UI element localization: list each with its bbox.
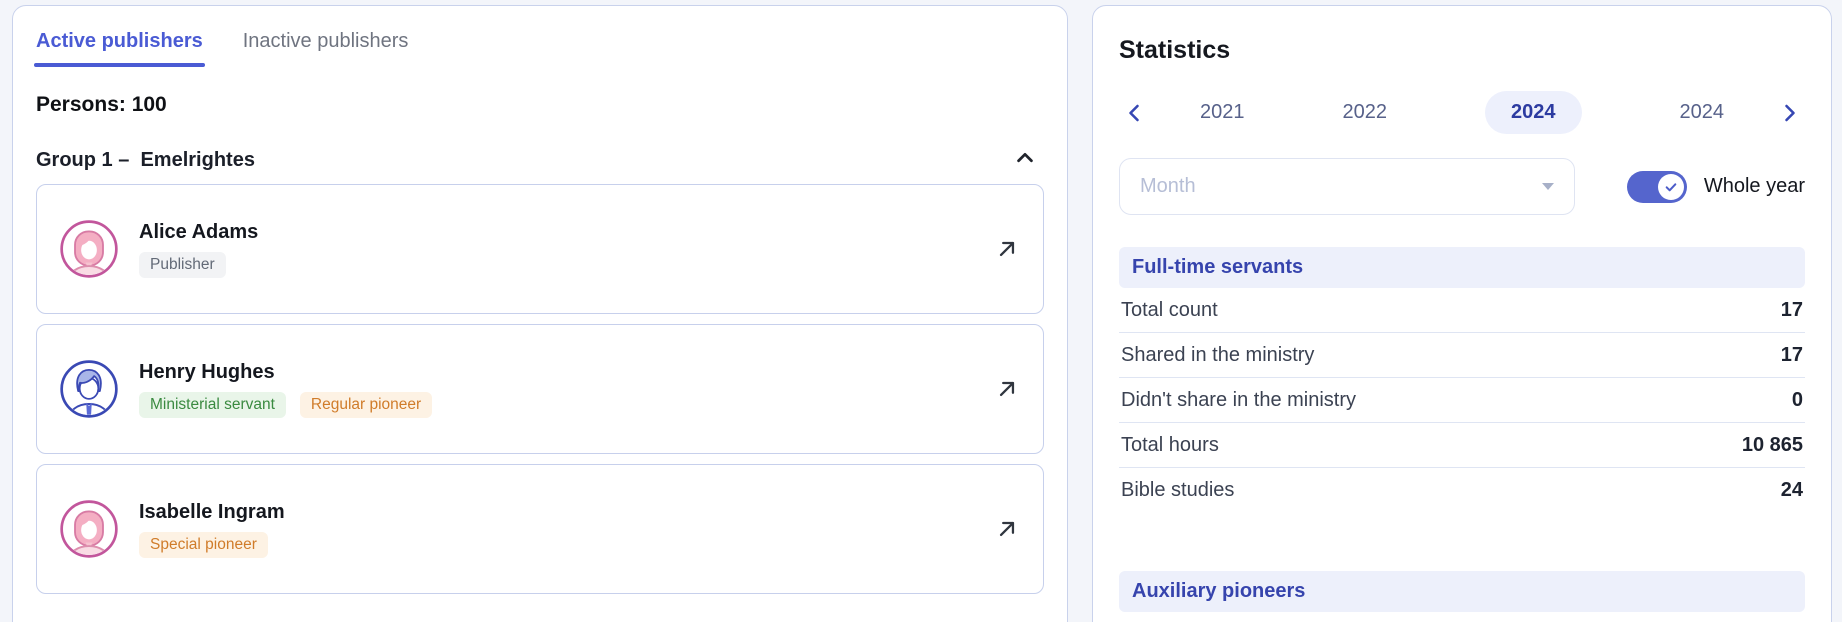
open-person-icon[interactable]: [994, 376, 1020, 402]
stat-row: Total count 17: [1119, 288, 1805, 333]
badges: Publisher: [139, 251, 258, 278]
statistics-title: Statistics: [1119, 36, 1231, 64]
caret-down-icon: [1541, 183, 1554, 190]
role-badge: Regular pioneer: [299, 391, 433, 418]
section-full-time-servants: Full-time servants: [1119, 247, 1805, 288]
year-option[interactable]: 2024: [1680, 91, 1725, 134]
stat-value: 0: [1791, 388, 1803, 411]
tab-inactive-publishers[interactable]: Inactive publishers: [243, 30, 409, 67]
role-badge: Publisher: [139, 251, 226, 278]
person-info: Isabelle Ingram Special pioneer: [139, 501, 285, 558]
group-header[interactable]: Group 1 – Emelrightes: [36, 147, 1044, 174]
year-option[interactable]: 2022: [1343, 91, 1388, 134]
stat-label: Didn't share in the ministry: [1121, 388, 1357, 411]
stat-label: Total count: [1121, 298, 1218, 321]
chevron-left-icon[interactable]: [1119, 95, 1151, 131]
stat-row: Didn't share in the ministry 0: [1119, 378, 1805, 423]
stat-value: 17: [1780, 343, 1803, 366]
person-name: Alice Adams: [139, 220, 259, 243]
month-select[interactable]: Month: [1119, 158, 1575, 215]
chevron-up-icon[interactable]: [1014, 147, 1036, 174]
stat-label: Total hours: [1121, 433, 1219, 456]
female-avatar-icon: [60, 220, 118, 278]
person-card[interactable]: Henry Hughes Ministerial servant Regular…: [36, 324, 1044, 454]
stat-value: 10 865: [1741, 433, 1803, 456]
person-name: Isabelle Ingram: [139, 500, 285, 523]
badges: Special pioneer: [139, 531, 285, 558]
year-list: 2021 2022 2024 2024: [1151, 91, 1773, 134]
whole-year-label: Whole year: [1703, 175, 1805, 197]
person-name: Henry Hughes: [139, 360, 275, 383]
year-option[interactable]: 2021: [1200, 91, 1245, 134]
person-card[interactable]: Alice Adams Publisher: [36, 184, 1044, 314]
statistics-panel: Statistics 2021 2022 2024 2024 Month Who…: [1092, 5, 1832, 622]
person-card[interactable]: Isabelle Ingram Special pioneer: [36, 464, 1044, 594]
group-title: Group 1 – Emelrightes: [36, 149, 255, 171]
person-info: Henry Hughes Ministerial servant Regular…: [139, 360, 433, 418]
persons-count: Persons: 100: [36, 93, 167, 116]
publisher-tabs: Active publishers Inactive publishers: [34, 30, 1044, 67]
person-info: Alice Adams Publisher: [139, 221, 258, 278]
whole-year-toggle[interactable]: [1626, 170, 1687, 203]
open-person-icon[interactable]: [994, 516, 1020, 542]
year-navigation: 2021 2022 2024 2024: [1119, 91, 1805, 134]
period-controls: Month Whole year: [1119, 158, 1805, 215]
stat-row: Total hours 10 865: [1119, 423, 1805, 468]
stat-value: 17: [1780, 298, 1803, 321]
year-option-selected[interactable]: 2024: [1485, 91, 1582, 134]
stat-label: Bible studies: [1121, 479, 1235, 501]
badges: Ministerial servant Regular pioneer: [139, 391, 433, 418]
month-select-placeholder: Month: [1140, 175, 1196, 197]
app-root: Active publishers Inactive publishers Pe…: [0, 0, 1842, 622]
male-avatar-icon: [60, 360, 118, 418]
chevron-right-icon[interactable]: [1773, 95, 1805, 131]
open-person-icon[interactable]: [994, 236, 1020, 262]
tab-active-publishers[interactable]: Active publishers: [34, 30, 205, 67]
stat-value: 24: [1780, 479, 1803, 501]
check-circle-icon: [1657, 173, 1684, 200]
female-avatar-icon: [60, 500, 118, 558]
stat-row: Shared in the ministry 17: [1119, 333, 1805, 378]
publishers-panel: Active publishers Inactive publishers Pe…: [12, 5, 1068, 622]
full-time-stats-table: Total count 17 Shared in the ministry 17…: [1119, 288, 1805, 513]
stat-label: Shared in the ministry: [1121, 343, 1315, 366]
role-badge: Ministerial servant: [139, 391, 286, 418]
section-auxiliary-pioneers: Auxiliary pioneers: [1119, 571, 1805, 612]
stat-row: Bible studies 24: [1119, 468, 1805, 513]
role-badge: Special pioneer: [139, 531, 268, 558]
